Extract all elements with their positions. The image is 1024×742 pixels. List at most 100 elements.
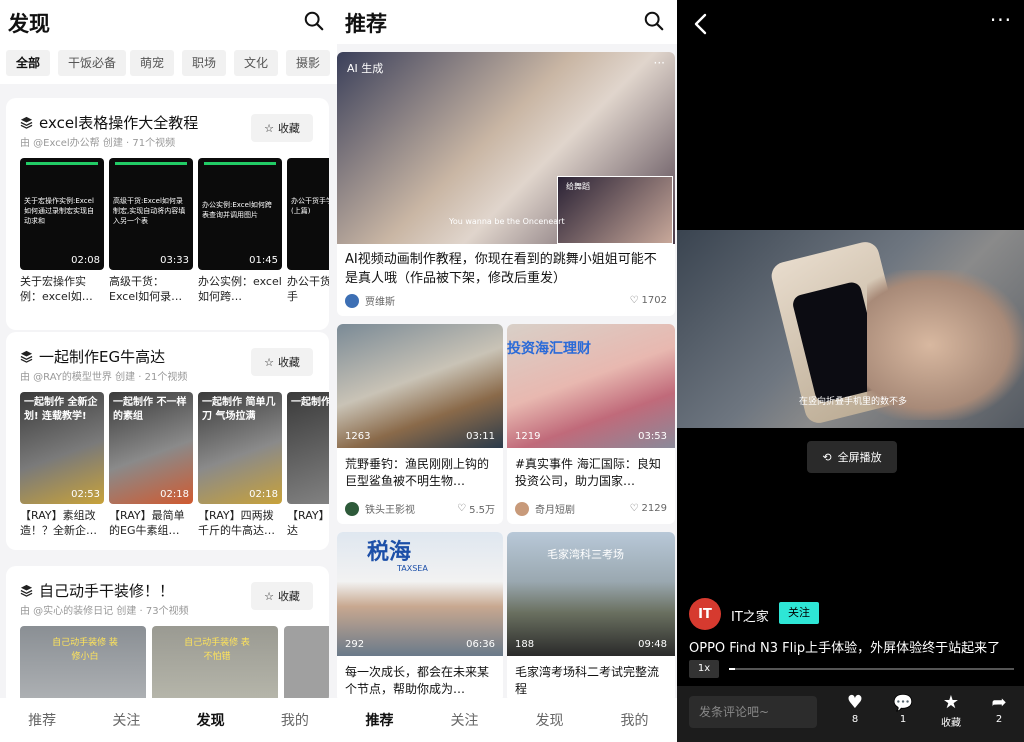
author-name[interactable]: 奇月短剧 (535, 501, 575, 516)
video-frame[interactable]: 在竖向折叠手机里的数不多 (677, 230, 1024, 428)
collection-card[interactable]: excel表格操作大全教程 由 @Excel办公帮 创建 · 71个视频 ☆ 收藏… (6, 98, 329, 330)
feed-card[interactable]: 毛家湾科三考场 188 09:48 毛家湾考场科二考试完整流程 (507, 532, 675, 702)
category-tab[interactable]: 职场 (182, 50, 227, 76)
video-thumb[interactable]: 办公干货手学会制作表(上篇) 办公干货快速上手 (287, 158, 329, 304)
search-icon[interactable] (643, 10, 665, 32)
collect-button[interactable]: ☆ 收藏 (251, 114, 313, 142)
back-icon[interactable] (691, 12, 711, 36)
speed-button[interactable]: 1x (689, 660, 719, 678)
layers-icon (20, 584, 33, 597)
follow-button[interactable]: 关注 (779, 602, 819, 624)
collect-button[interactable]: ☆ 收藏 (251, 348, 313, 376)
collection-card[interactable]: 一起制作EG牛高达 由 @RAY的模型世界 创建 · 21个视频 ☆ 收藏 一起制… (6, 332, 329, 550)
feed-card-hero[interactable]: AI 生成 ··· 给舞蹈 You wanna be the Onceneart… (337, 52, 675, 316)
heart-icon: ♥ (846, 692, 864, 713)
category-tab[interactable]: 干饭必备 (58, 50, 127, 76)
thumb-overlay-text: 投资海汇理财 (507, 341, 591, 357)
collection-title: excel表格操作大全教程 (39, 114, 199, 132)
nav-mine[interactable]: 我的 (621, 710, 649, 730)
nav-recommend[interactable]: 推荐 (366, 710, 394, 730)
thumb-caption: 【RAY】最简单的EG牛素组… (109, 509, 185, 537)
page-title: 发现 (8, 12, 50, 36)
inset-label: 给舞蹈 (566, 182, 590, 191)
category-tabs: 全部 干饭必备 萌宠 职场 文化 摄影 (0, 44, 337, 84)
comment-input[interactable]: 发条评论吧~ (689, 696, 817, 728)
avatar[interactable] (345, 293, 359, 308)
duration: 02:18 (249, 489, 278, 500)
thumb-overlay-text: 自己动手装修 表不怕错 (184, 638, 250, 662)
video-thumb[interactable]: 自己动手装修 装修小白 (20, 626, 146, 706)
video-thumb[interactable]: 高级干货:Excel如何录制宏,实现自动将内容填入另一个表 03:33 高级干货… (109, 158, 193, 304)
thumb-overlay-small: TAXSEA (397, 564, 428, 573)
nav-discover[interactable]: 发现 (197, 710, 225, 730)
video-thumb[interactable]: 一起制作 【RAY】密的高达 (287, 392, 329, 538)
video-thumb[interactable]: 关于宏操作实例:Excel如何通过录制宏实现自动求和 02:08 关于宏操作实例… (20, 158, 104, 304)
nav-recommend[interactable]: 推荐 (28, 710, 56, 730)
thumb-caption: 关于宏操作实例：excel如… (20, 275, 93, 303)
share-action[interactable]: ➦ 2 (986, 692, 1012, 725)
duration: 02:53 (71, 489, 100, 500)
like-count: 1702 (641, 295, 667, 306)
nav-mine[interactable]: 我的 (281, 710, 309, 730)
search-icon[interactable] (303, 10, 325, 32)
nav-follow[interactable]: 关注 (112, 710, 140, 730)
view-count: 1219 (515, 431, 541, 442)
like-action[interactable]: ♥ 8 (842, 692, 868, 725)
thumb-overlay-text: 高级干货:Excel如何录制宏,实现自动将内容填入另一个表 (113, 197, 186, 225)
star-outline-icon: ☆ (264, 355, 274, 369)
category-tab[interactable]: 文化 (234, 50, 279, 76)
collect-button[interactable]: ☆ 收藏 (251, 582, 313, 610)
category-tab[interactable]: 全部 (6, 50, 51, 76)
video-thumb[interactable]: 一起制作 简单几刀 气场拉满 02:18 【RAY】四两拨千斤的牛高达… (198, 392, 282, 538)
category-tab[interactable]: 萌宠 (130, 50, 175, 76)
more-icon[interactable]: ··· (654, 56, 665, 70)
author-name[interactable]: 铁头王影视 (365, 501, 415, 516)
nav-discover[interactable]: 发现 (536, 710, 564, 730)
layers-icon (20, 350, 33, 363)
author-name[interactable]: 贾维斯 (365, 293, 395, 308)
feed-card[interactable]: 税海 TAXSEA 292 06:36 每一次成长，都会在未来某个节点，帮助你成… (337, 532, 503, 702)
video-thumb[interactable]: 自己动手装修 表不怕错 (152, 626, 278, 706)
video-thumb[interactable]: 一起制作 不一样的素组 02:18 【RAY】最简单的EG牛素组… (109, 392, 193, 538)
thumb-caption: 【RAY】四两拨千斤的牛高达… (198, 509, 275, 537)
nav-follow[interactable]: 关注 (451, 710, 479, 730)
duration: 03:11 (466, 431, 495, 442)
hero-subtitle-text: You wanna be the Onceneart (449, 217, 565, 226)
thumb-overlay-text: 办公实例:Excel如何跨表查询并调用图片 (202, 201, 272, 219)
discover-header: 发现 (0, 0, 337, 44)
feed-card[interactable]: 投资海汇理财 1219 03:53 #真实事件 海汇国际：良知投资公司，助力国家… (507, 324, 675, 524)
thumb-caption: 高级干货：Excel如何录… (109, 275, 183, 303)
video-thumb[interactable] (284, 626, 329, 706)
collect-action[interactable]: ★ 收藏 (935, 692, 967, 729)
thumb-overlay-text: 办公干货手学会制作表(上篇) (291, 197, 329, 215)
heart-outline-icon: ♡ (629, 295, 639, 306)
video-thumb[interactable]: 办公实例:Excel如何跨表查询并调用图片 01:45 办公实例：excel如何… (198, 158, 282, 304)
channel-name[interactable]: IT之家 (731, 606, 769, 625)
duration: 01:45 (249, 255, 278, 266)
thumb-caption: 办公干货快速上手 (287, 275, 329, 303)
feed-title: 荒野垂钓：渔民刚刚上钩的巨型鲨鱼被不明生物… (345, 457, 490, 488)
collection-title: 自己动手干装修！！ (39, 582, 175, 600)
comment-action[interactable]: 💬 1 (890, 692, 916, 725)
avatar[interactable] (345, 501, 359, 516)
comment-bar: 发条评论吧~ ♥ 8 💬 1 ★ 收藏 ➦ 2 (677, 686, 1024, 742)
thumb-overlay-text: 一起制作 简单几刀 气场拉满 (202, 397, 276, 422)
collection-subtitle: 由 @实心的装修日记 创建 · 73个视频 (20, 606, 189, 617)
thumb-caption: 【RAY】密的高达 (287, 509, 329, 537)
fullscreen-button[interactable]: ⟲ 全屏播放 (807, 441, 897, 473)
video-thumb[interactable]: 一起制作 全新企划! 连载教学! 02:53 【RAY】素组改造！？全新企… (20, 392, 104, 538)
progress-bar[interactable] (729, 668, 1014, 670)
thumb-overlay-text: 税海 (367, 540, 412, 565)
duration: 02:18 (160, 489, 189, 500)
view-count: 1263 (345, 431, 371, 442)
feed-card[interactable]: 1263 03:11 荒野垂钓：渔民刚刚上钩的巨型鲨鱼被不明生物… 铁头王影视 … (337, 324, 503, 524)
like-count: 5.5万 (469, 505, 495, 516)
discover-panel: 发现 全部 干饭必备 萌宠 职场 文化 摄影 excel表格操作大全教程 由 @… (0, 0, 337, 742)
avatar[interactable] (515, 501, 529, 516)
collection-card[interactable]: 自己动手干装修！！ 由 @实心的装修日记 创建 · 73个视频 ☆ 收藏 自己动手… (6, 566, 329, 706)
hero-image: AI 生成 ··· 给舞蹈 You wanna be the Onceneart (337, 52, 675, 244)
duration: 02:08 (71, 255, 100, 266)
channel-avatar[interactable]: IT (689, 598, 721, 630)
more-icon[interactable]: ··· (990, 8, 1012, 32)
category-tab[interactable]: 摄影 (286, 50, 331, 76)
